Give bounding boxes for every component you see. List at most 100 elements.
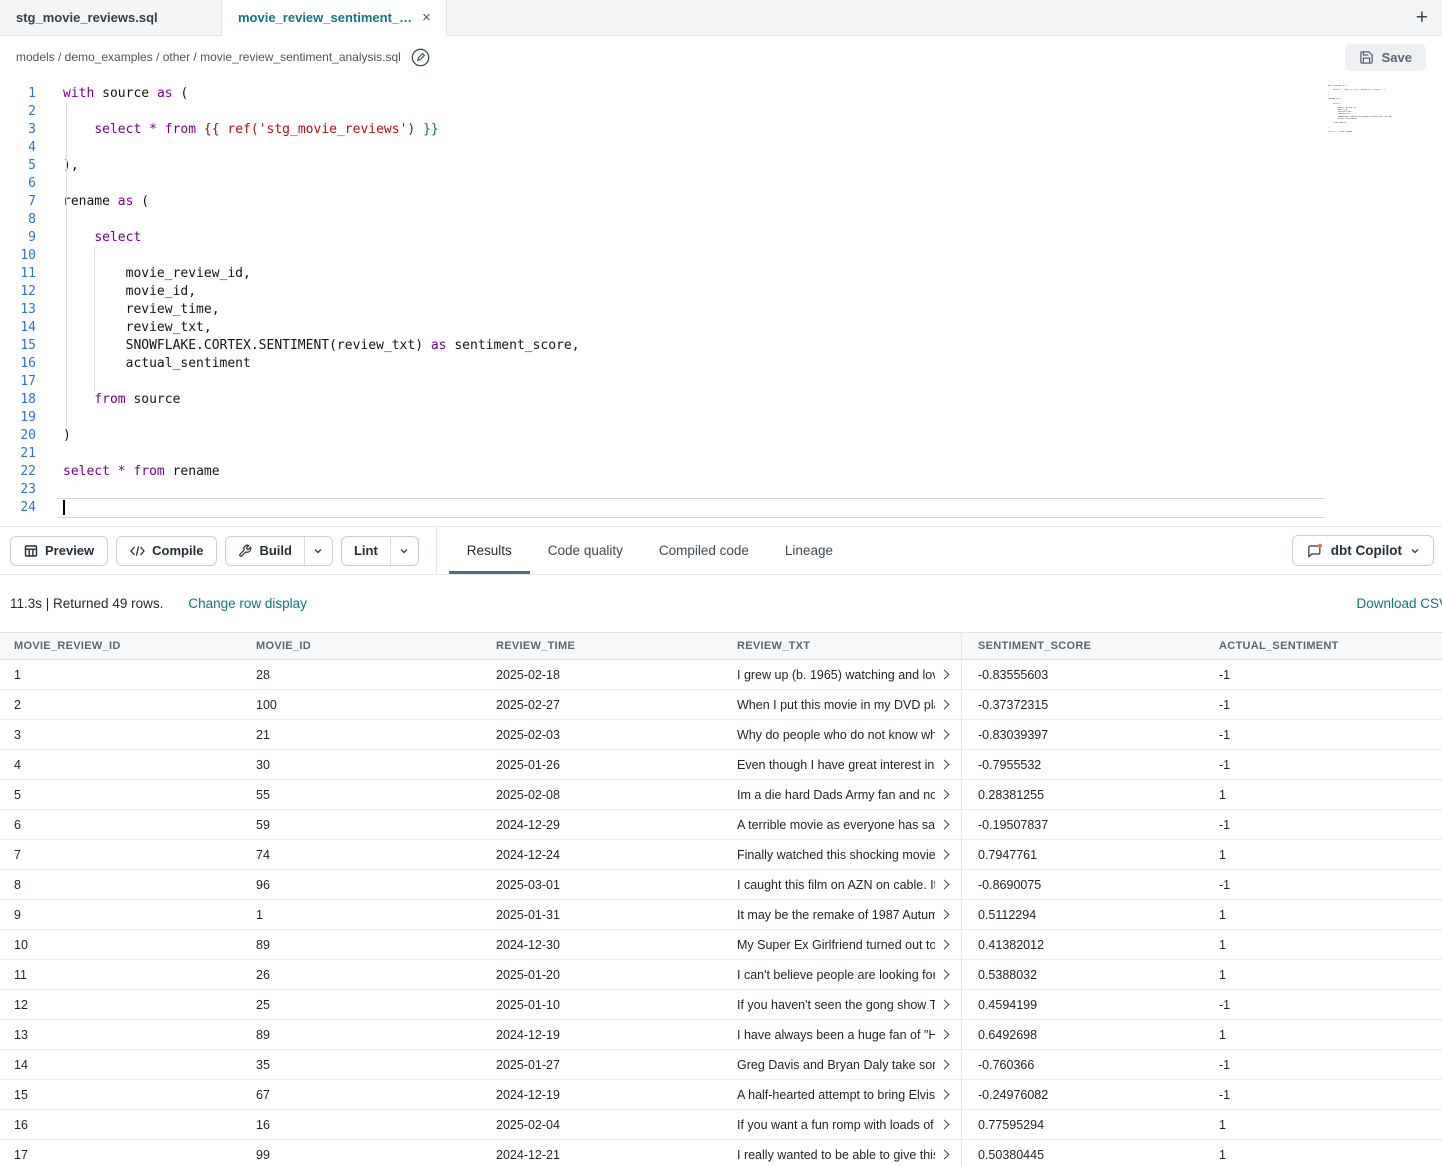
expand-cell-icon[interactable] bbox=[940, 940, 950, 950]
tab-results[interactable]: Results bbox=[449, 527, 530, 574]
file-tab-movie-review-sentiment[interactable]: movie_review_sentiment_… × bbox=[222, 0, 447, 36]
table-cell: Why do people who do not know what… bbox=[723, 720, 962, 749]
table-cell: Greg Davis and Bryan Daly take some … bbox=[723, 1050, 962, 1079]
lint-split-button: Lint bbox=[341, 536, 419, 566]
close-tab-icon[interactable]: × bbox=[422, 10, 431, 25]
indent-guide bbox=[94, 247, 95, 391]
code-line[interactable]: 20) bbox=[0, 427, 1442, 445]
expand-cell-icon[interactable] bbox=[940, 850, 950, 860]
table-cell: -0.7955532 bbox=[962, 750, 1203, 779]
code-line[interactable]: 12 movie_id, bbox=[0, 283, 1442, 301]
dbt-ide-window: stg_movie_reviews.sql movie_review_senti… bbox=[0, 0, 1442, 1166]
edit-file-icon[interactable] bbox=[410, 47, 431, 68]
code-line[interactable]: 22select * from rename bbox=[0, 463, 1442, 481]
expand-cell-icon[interactable] bbox=[940, 730, 950, 740]
expand-cell-icon[interactable] bbox=[940, 1060, 950, 1070]
expand-cell-icon[interactable] bbox=[940, 790, 950, 800]
table-cell: 1 bbox=[1203, 1110, 1442, 1139]
code-line[interactable]: 19 bbox=[0, 409, 1442, 427]
table-cell: -0.83039397 bbox=[962, 720, 1203, 749]
table-cell: 1 bbox=[1203, 1140, 1442, 1166]
table-cell: -0.19507837 bbox=[962, 810, 1203, 839]
table-cell: 1 bbox=[1203, 960, 1442, 989]
expand-cell-icon[interactable] bbox=[940, 1030, 950, 1040]
expand-cell-icon[interactable] bbox=[940, 1150, 950, 1160]
preview-button[interactable]: Preview bbox=[10, 536, 108, 566]
expand-cell-icon[interactable] bbox=[940, 760, 950, 770]
code-line[interactable]: 2 bbox=[0, 103, 1442, 121]
code-line[interactable]: 3 select * from {{ ref('stg_movie_review… bbox=[0, 121, 1442, 139]
code-line[interactable]: 11 movie_review_id, bbox=[0, 265, 1442, 283]
table-cell: -1 bbox=[1203, 750, 1442, 779]
table-row: 6592024-12-29A terrible movie as everyon… bbox=[0, 810, 1442, 840]
expand-cell-icon[interactable] bbox=[940, 910, 950, 920]
code-line[interactable]: 24 bbox=[0, 499, 1442, 517]
code-line[interactable]: 8 bbox=[0, 211, 1442, 229]
code-line[interactable]: 17 bbox=[0, 373, 1442, 391]
expand-cell-icon[interactable] bbox=[940, 1000, 950, 1010]
table-cell: 15 bbox=[0, 1080, 242, 1109]
dbt-copilot-button[interactable]: dbt Copilot bbox=[1292, 535, 1434, 566]
line-number: 22 bbox=[0, 463, 58, 481]
expand-cell-icon[interactable] bbox=[940, 700, 950, 710]
expand-cell-icon[interactable] bbox=[940, 820, 950, 830]
preview-label: Preview bbox=[45, 543, 94, 558]
table-cell: My Super Ex Girlfriend turned out to b… bbox=[723, 930, 962, 959]
wrench-icon bbox=[238, 544, 252, 558]
file-tab-stg-movie-reviews[interactable]: stg_movie_reviews.sql bbox=[0, 0, 222, 36]
table-cell: 2024-12-30 bbox=[482, 930, 723, 959]
table-cell: 8 bbox=[0, 870, 242, 899]
code-line[interactable]: 21 bbox=[0, 445, 1442, 463]
change-row-display-link[interactable]: Change row display bbox=[188, 596, 307, 611]
table-cell: 35 bbox=[242, 1050, 482, 1079]
tab-label: Compiled code bbox=[659, 543, 749, 558]
results-meta: 11.3s | Returned 49 rows. Change row dis… bbox=[0, 575, 1442, 632]
lint-button[interactable]: Lint bbox=[342, 537, 390, 565]
table-cell: It may be the remake of 1987 Autumn'… bbox=[723, 900, 962, 929]
editor-minimap[interactable]: with source as ( select * from {{ ref('s… bbox=[1328, 85, 1392, 141]
build-button[interactable]: Build bbox=[226, 537, 304, 565]
expand-cell-icon[interactable] bbox=[940, 970, 950, 980]
save-button[interactable]: Save bbox=[1345, 44, 1426, 71]
code-line[interactable]: 15 SNOWFLAKE.CORTEX.SENTIMENT(review_txt… bbox=[0, 337, 1442, 355]
table-cell: 2025-02-18 bbox=[482, 660, 723, 689]
chevron-down-icon bbox=[399, 546, 409, 556]
table-cell: 21 bbox=[242, 720, 482, 749]
code-line[interactable]: 6 bbox=[0, 175, 1442, 193]
tab-label: Lineage bbox=[785, 543, 833, 558]
code-line[interactable]: 9 select bbox=[0, 229, 1442, 247]
lint-dropdown-button[interactable] bbox=[390, 537, 418, 565]
table-cell: 2 bbox=[0, 690, 242, 719]
code-line[interactable]: 4 bbox=[0, 139, 1442, 157]
table-cell: 67 bbox=[242, 1080, 482, 1109]
code-line[interactable]: 1with source as ( bbox=[0, 85, 1442, 103]
download-csv-link[interactable]: Download CSV bbox=[1356, 596, 1442, 611]
line-number: 24 bbox=[0, 499, 58, 517]
new-tab-icon[interactable]: + bbox=[1416, 7, 1428, 28]
tab-compiled-code[interactable]: Compiled code bbox=[641, 527, 767, 574]
compile-button[interactable]: Compile bbox=[116, 536, 217, 566]
table-cell: 9 bbox=[0, 900, 242, 929]
code-line[interactable]: 10 bbox=[0, 247, 1442, 265]
build-dropdown-button[interactable] bbox=[304, 537, 332, 565]
code-line[interactable]: 16 actual_sentiment bbox=[0, 355, 1442, 373]
code-line[interactable]: 23 bbox=[0, 481, 1442, 499]
line-number: 10 bbox=[0, 247, 58, 265]
expand-cell-icon[interactable] bbox=[940, 880, 950, 890]
tab-lineage[interactable]: Lineage bbox=[767, 527, 851, 574]
code-line[interactable]: 18 from source bbox=[0, 391, 1442, 409]
expand-cell-icon[interactable] bbox=[940, 670, 950, 680]
code-line[interactable]: 13 review_time, bbox=[0, 301, 1442, 319]
code-line[interactable]: 5), bbox=[0, 157, 1442, 175]
table-cell: 0.7947761 bbox=[962, 840, 1203, 869]
expand-cell-icon[interactable] bbox=[940, 1120, 950, 1130]
column-header-sentiment-score: SENTIMENT_SCORE bbox=[962, 633, 1203, 659]
code-line[interactable]: 14 review_txt, bbox=[0, 319, 1442, 337]
code-editor[interactable]: 1with source as (23 select * from {{ ref… bbox=[0, 78, 1442, 526]
table-cell: -1 bbox=[1203, 660, 1442, 689]
code-line[interactable]: 7rename as ( bbox=[0, 193, 1442, 211]
table-cell: 96 bbox=[242, 870, 482, 899]
table-cell: -1 bbox=[1203, 810, 1442, 839]
tab-code-quality[interactable]: Code quality bbox=[530, 527, 641, 574]
expand-cell-icon[interactable] bbox=[940, 1090, 950, 1100]
